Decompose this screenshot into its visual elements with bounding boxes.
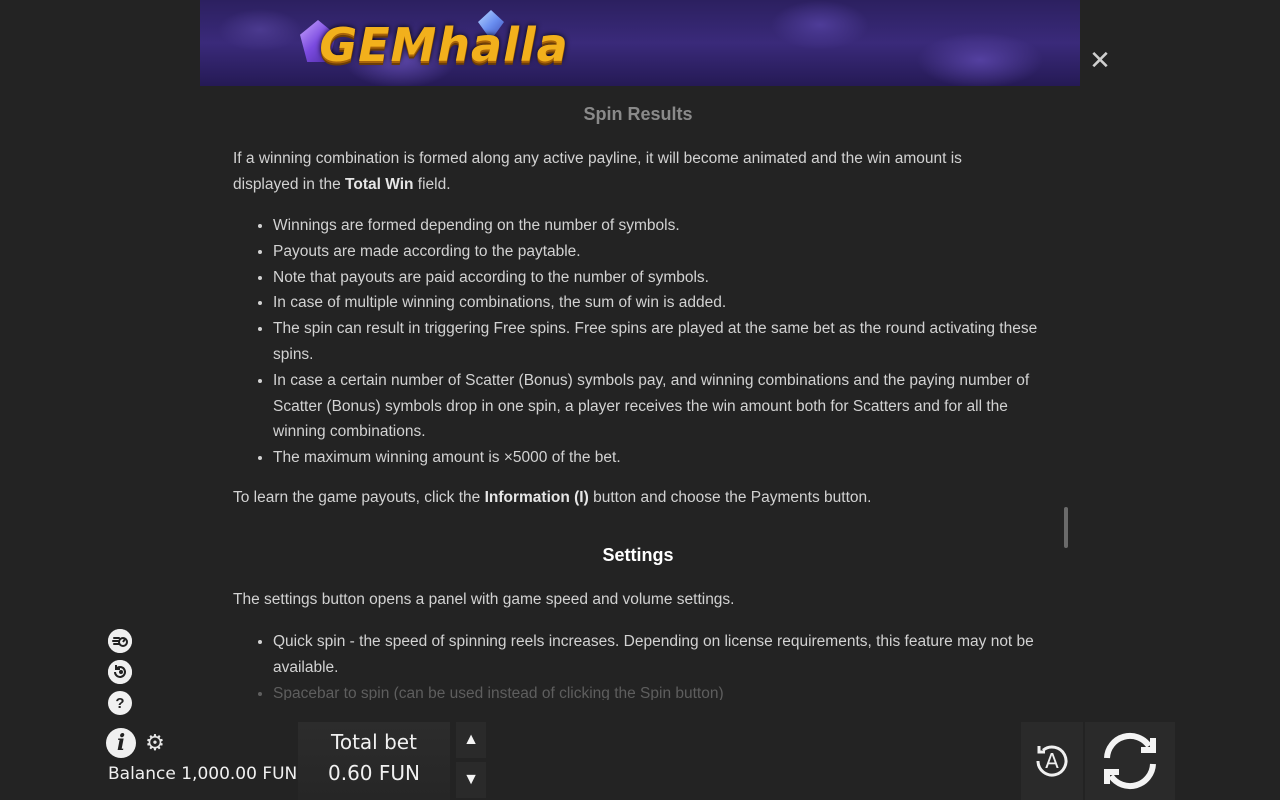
spin-results-intro: If a winning combination is formed along…: [233, 150, 962, 193]
bet-increase-button[interactable]: ▲: [456, 722, 486, 758]
question-icon[interactable]: ?: [108, 691, 132, 715]
settings-intro: The settings button opens a panel with g…: [233, 591, 735, 608]
list-item: Note that payouts are paid according to …: [273, 265, 1043, 291]
logo-text: GEMhalla: [319, 18, 569, 72]
rules-content[interactable]: Spin Results If a winning combination is…: [233, 100, 1043, 700]
turbo-icon[interactable]: [108, 629, 132, 653]
history-icon[interactable]: [108, 660, 132, 684]
settings-title: Settings: [602, 545, 674, 565]
history-glyph: [108, 660, 132, 684]
autoplay-icon: A: [1036, 745, 1068, 777]
total-bet-value: 0.60 FUN: [328, 761, 420, 785]
list-item: Winnings are formed depending on the num…: [273, 213, 1043, 239]
list-item: The maximum winning amount is ×5000 of t…: [273, 445, 1043, 471]
spin-button[interactable]: [1085, 722, 1175, 800]
payouts-note: To learn the game payouts, click the Inf…: [233, 489, 872, 506]
scrollbar-thumb[interactable]: [1064, 507, 1068, 548]
autoplay-button[interactable]: A: [1021, 722, 1083, 800]
close-icon[interactable]: ✕: [1088, 47, 1112, 73]
list-item: The spin can result in triggering Free s…: [273, 316, 1043, 368]
total-bet-label: Total bet: [331, 730, 417, 754]
info-icon[interactable]: i: [106, 728, 136, 758]
list-item: In case a certain number of Scatter (Bon…: [273, 368, 1043, 445]
total-bet-box: Total bet 0.60 FUN: [298, 722, 450, 800]
balance-display: Balance 1,000.00 FUN: [108, 764, 298, 784]
list-item: Quick spin - the speed of spinning reels…: [273, 629, 1043, 681]
bet-decrease-button[interactable]: ▼: [456, 762, 486, 798]
settings-list: Quick spin - the speed of spinning reels…: [233, 629, 1043, 700]
spin-results-title: Spin Results: [583, 104, 693, 124]
autoplay-label: A: [1045, 749, 1059, 773]
arrow-down-icon: ▼: [463, 771, 479, 788]
spin-results-list: Winnings are formed depending on the num…: [233, 213, 1043, 471]
list-item: Spacebar to spin (can be used instead of…: [273, 681, 1043, 700]
game-logo: GEMhalla: [294, 8, 594, 82]
turbo-glyph: [108, 629, 132, 653]
list-item: Payouts are made according to the paytab…: [273, 239, 1043, 265]
spin-icon: [1104, 732, 1156, 790]
arrow-up-icon: ▲: [463, 731, 479, 748]
gear-icon[interactable]: ⚙: [144, 732, 166, 754]
list-item: In case of multiple winning combinations…: [273, 290, 1043, 316]
